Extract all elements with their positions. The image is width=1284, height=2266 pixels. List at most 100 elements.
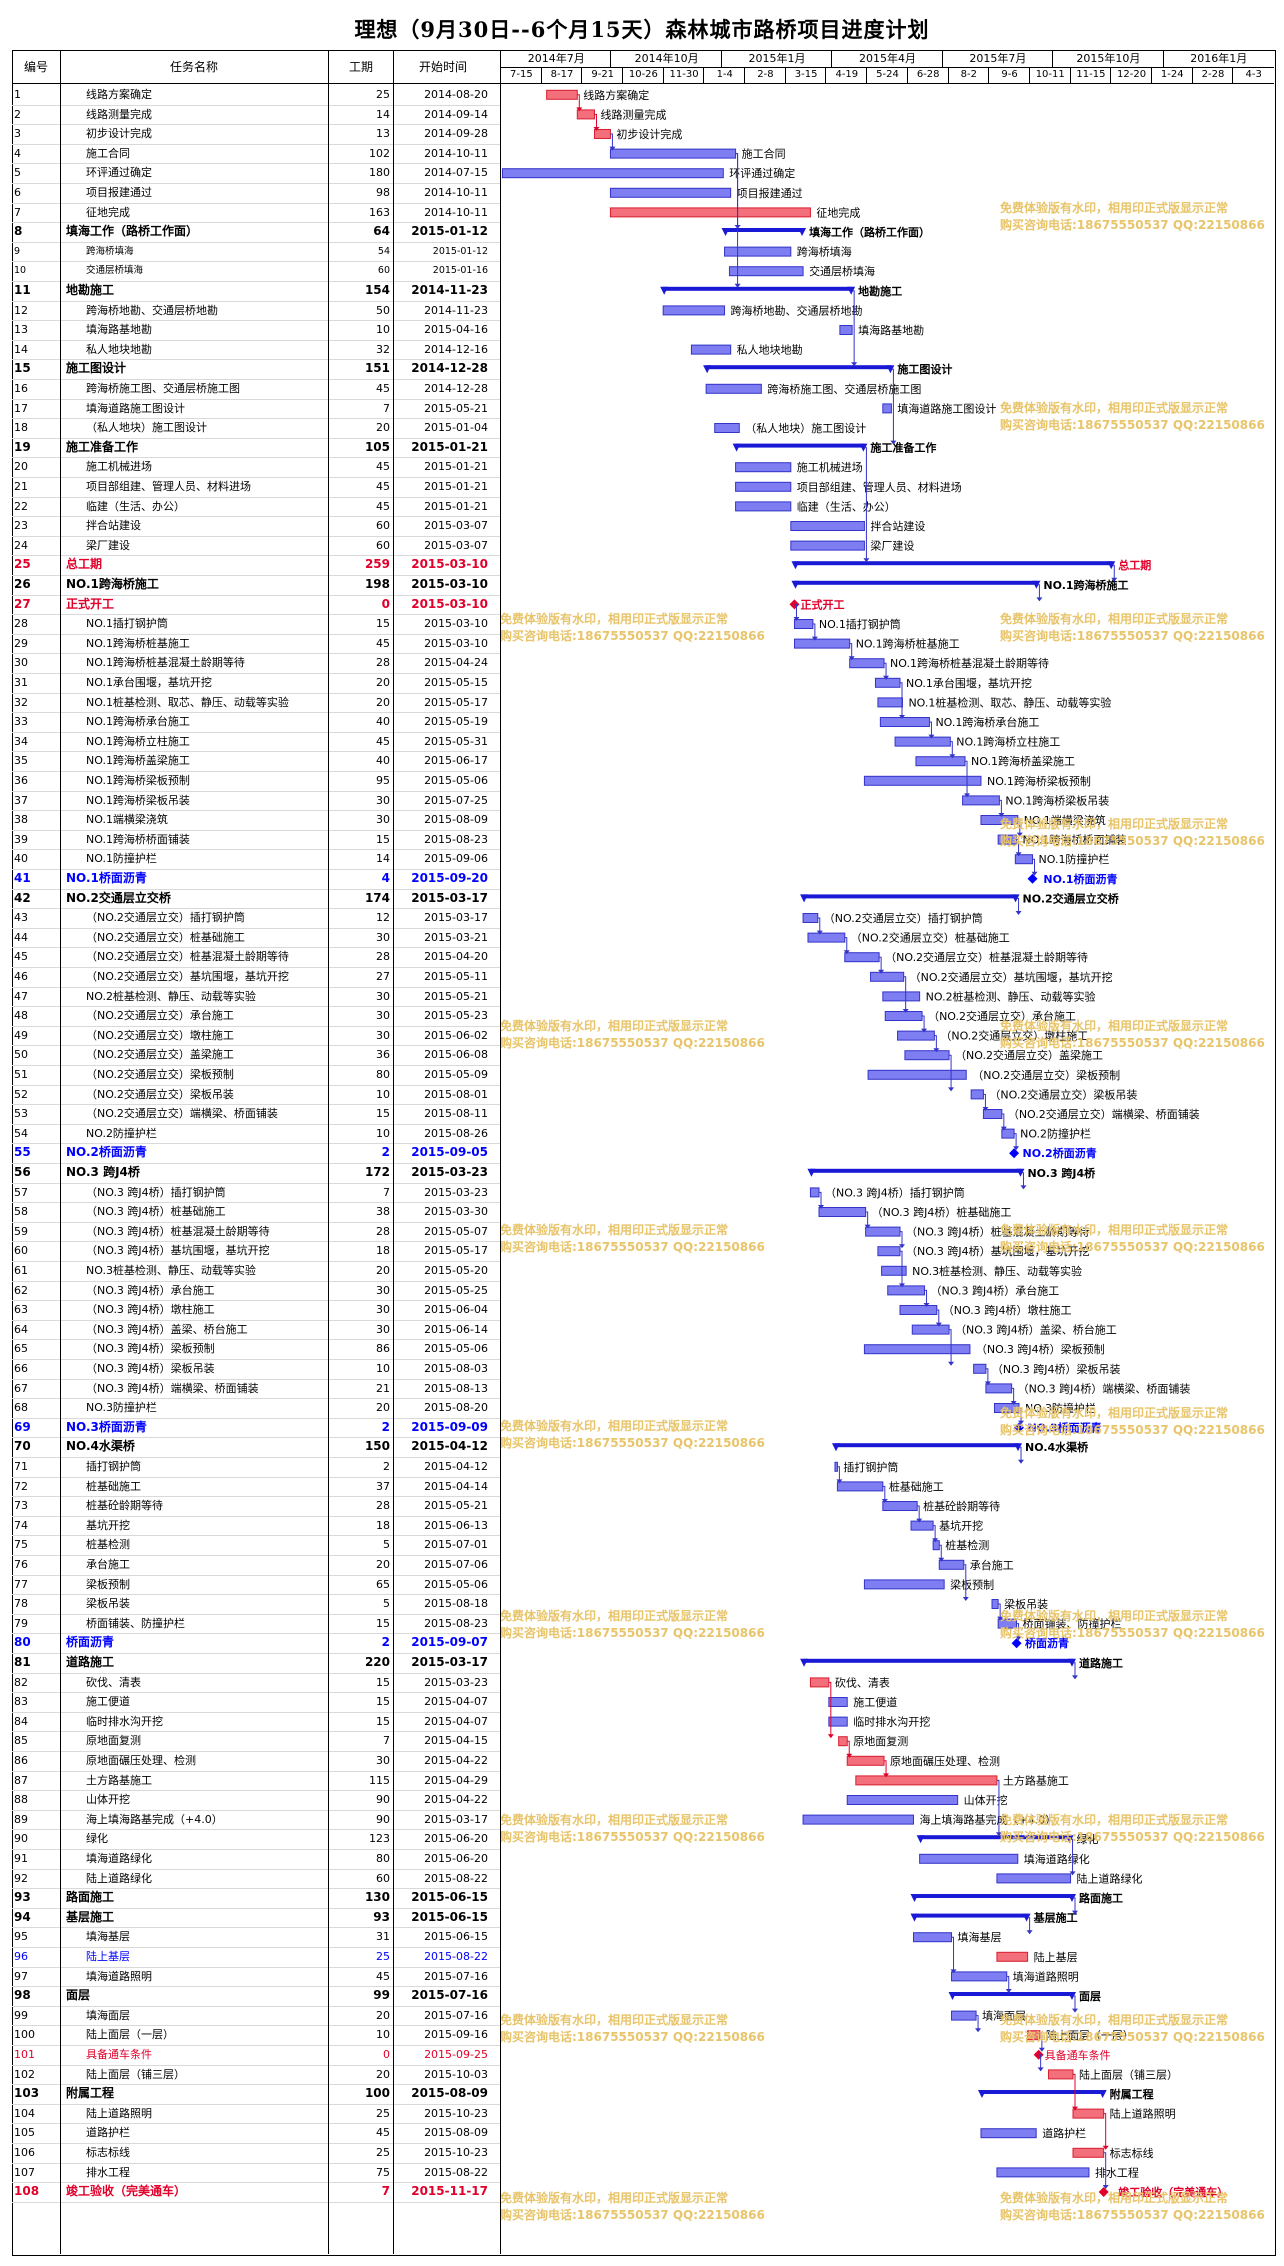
- task-bar: [836, 1481, 884, 1492]
- summary-bar: [735, 443, 865, 448]
- task-bar: [996, 1873, 1072, 1884]
- bar-label: NO.1跨海桥梁板吊装: [1005, 793, 1109, 807]
- task-bar: [991, 1599, 999, 1609]
- task-bar: [846, 1795, 959, 1805]
- column-divider: [393, 50, 394, 2254]
- dependency-arrow: [1026, 1930, 1033, 1935]
- bar-label: （NO.2交通层立交）端横梁、桥面铺装: [1008, 1107, 1200, 1121]
- bar-label: 梁板预制: [950, 1577, 994, 1591]
- task-bar: [593, 129, 611, 139]
- task-bar: [919, 1853, 1019, 1864]
- summary-bar: [951, 1992, 1074, 1996]
- bar-label: NO.4水渠桥: [1025, 1440, 1089, 1454]
- bar-label: 附属工程: [1110, 2087, 1154, 2101]
- bar-label: 征地完成: [816, 205, 860, 219]
- bar-label: 道路护栏: [1042, 2126, 1086, 2140]
- task-bar: [714, 423, 740, 433]
- bar-label: 拌合站建设: [870, 519, 925, 533]
- task-bar: [993, 1403, 1020, 1413]
- bar-label: 正式开工: [800, 597, 844, 611]
- bar-label: NO.1跨海桥梁板预制: [987, 774, 1091, 788]
- bar-label: 标志标线: [1110, 2146, 1154, 2160]
- bar-label: 海上填海路基完成（+4.0）: [919, 1813, 1056, 1827]
- bar-label: 桥面沥青: [1025, 1636, 1069, 1650]
- bar-label: 承台施工: [970, 1558, 1014, 1572]
- dependency-link: [1103, 2113, 1107, 2148]
- dependency-link: [1073, 1995, 1076, 2011]
- bar-label: NO.1桥面沥青: [1043, 872, 1117, 886]
- task-bar: [863, 1579, 945, 1590]
- summary-bar: [803, 894, 1017, 899]
- bar-label: 跨海桥填海: [797, 245, 852, 259]
- bar-label: NO.2桩基检测、静压、动载等实验: [926, 989, 1096, 1003]
- bar-label: 排水工程: [1095, 2165, 1139, 2179]
- bar-label: 原地面碾压处理、检测: [890, 1754, 1000, 1768]
- bar-label: NO.1跨海桥立柱施工: [956, 735, 1060, 749]
- task-bar: [870, 971, 905, 982]
- bar-label: NO.3 跨J4桥: [1027, 1166, 1096, 1180]
- task-bar: [882, 403, 892, 414]
- dependency-link: [1073, 1897, 1076, 1913]
- task-bar: [809, 1677, 830, 1688]
- task-bar: [980, 815, 1019, 825]
- task-bar: [735, 501, 792, 512]
- summary-bar: [980, 2090, 1104, 2094]
- task-bar: [877, 697, 903, 708]
- task-bar: [1072, 2147, 1105, 2158]
- bar-label: NO.1跨海桥盖梁施工: [971, 754, 1075, 768]
- task-bar: [997, 834, 1018, 845]
- bar-label: 陆上道路照明: [1110, 2107, 1176, 2121]
- task-bar: [877, 1246, 901, 1257]
- task-bar: [982, 1109, 1003, 1119]
- task-bar: [980, 2128, 1037, 2139]
- dependency-arrow: [1015, 911, 1022, 915]
- task-bar: [807, 932, 846, 943]
- milestone-marker: [1014, 1422, 1025, 1433]
- bar-label: （NO.3 跨J4桥）梁板预制: [976, 1342, 1105, 1356]
- summary-bar: [724, 228, 804, 232]
- bar-label: NO.1桩基检测、取芯、静压、动载等实验: [908, 695, 1111, 709]
- bar-label: （NO.3 跨J4桥）桩基混凝土龄期等待: [906, 1225, 1090, 1239]
- bar-label: 梁厂建设: [870, 539, 914, 553]
- bar-label: （NO.2交通层立交）桩基础施工: [851, 931, 1010, 945]
- task-bar: [897, 1030, 935, 1041]
- bar-label: 陆上面层（一层）: [1046, 2028, 1134, 2042]
- task-bar: [970, 1089, 984, 1100]
- milestone-marker: [1009, 1148, 1020, 1159]
- summary-bar: [913, 1913, 1028, 1918]
- task-bar: [962, 795, 1000, 806]
- bar-label: （NO.2交通层立交）插打钢护筒: [824, 911, 983, 925]
- task-bar: [1001, 1128, 1015, 1139]
- task-bar: [818, 1207, 867, 1217]
- header-divider: [12, 83, 1274, 84]
- bar-label: （NO.3 跨J4桥）墩柱施工: [943, 1303, 1072, 1317]
- column-divider: [328, 50, 329, 2254]
- bar-label: 山体开挖: [964, 1793, 1008, 1807]
- task-bar: [809, 1187, 820, 1198]
- bar-label: 总工期: [1118, 558, 1151, 572]
- task-bar: [609, 207, 811, 218]
- task-bar: [1072, 2108, 1105, 2119]
- bar-label: 线路测量完成: [600, 107, 666, 121]
- bar-label: 原地面复测: [853, 1734, 908, 1748]
- task-bar: [790, 521, 865, 531]
- task-bar: [790, 540, 865, 551]
- bar-label: 竣工验收（完美通车）: [1118, 2185, 1228, 2199]
- bar-label: 道路施工: [1079, 1656, 1123, 1670]
- bar-label: 路面施工: [1079, 1891, 1123, 1905]
- bar-label: NO.1跨海桥施工: [1043, 578, 1128, 592]
- bar-label: （私人地块）施工图设计: [745, 422, 866, 435]
- dependency-arrow: [948, 1087, 955, 1092]
- dependency-link: [828, 1681, 832, 1737]
- task-bar: [951, 1971, 1008, 1982]
- bar-label: 跨海桥地勘、交通层桥地勘: [731, 303, 863, 317]
- bar-label: NO.2桥面沥青: [1023, 1146, 1097, 1160]
- summary-bar: [919, 1835, 1071, 1840]
- summary-bar: [810, 1168, 1022, 1173]
- task-bar: [838, 1736, 848, 1747]
- bar-label: 临时排水沟开挖: [853, 1715, 930, 1729]
- task-bar: [865, 1226, 901, 1237]
- task-bar: [951, 2010, 977, 2021]
- bar-label: 施工便道: [853, 1695, 897, 1709]
- task-bar: [834, 1461, 838, 1472]
